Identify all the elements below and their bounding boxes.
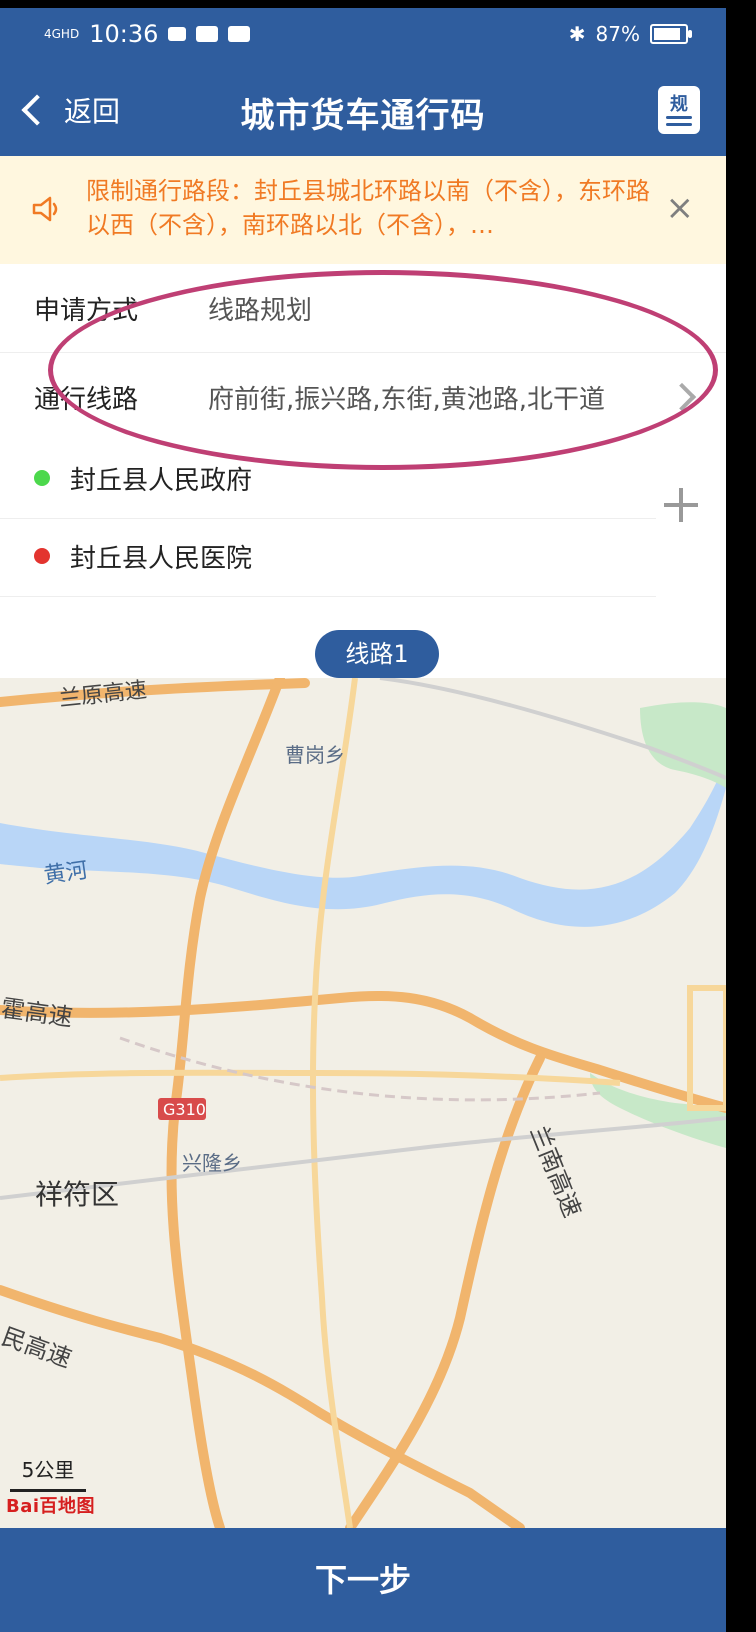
clock: 10:36 (89, 20, 159, 48)
map-view[interactable]: 兰原高速 曹岗乡 黄河 霍高速 G310 兴隆乡 祥符区 兰南高速 民高速 (0, 678, 726, 1528)
notice-text: 限制通行路段：封丘县城北环路以南（不含），东环路以西（不含），南环路以北（不含）… (86, 177, 650, 239)
route-tab-1[interactable]: 线路1 (315, 630, 439, 678)
nav-bar: 返回 城市货车通行码 规 (0, 64, 726, 156)
route-row[interactable]: 通行线路 府前街,振兴路,东街,黄池路,北干道 (0, 353, 726, 442)
apply-method-value: 线路规划 (208, 296, 313, 326)
baidu-map-logo: Bai百地图 (6, 1496, 96, 1517)
map-label-g310: G310 (163, 1100, 206, 1119)
status-left: 4GHD 10:36 (44, 20, 251, 48)
bluetooth-icon: ✱ (568, 22, 586, 46)
add-stop-icon[interactable] (664, 488, 698, 522)
page-title: 城市货车通行码 (240, 96, 486, 136)
map-scale: 5公里 (10, 1454, 86, 1492)
stop-start[interactable]: 封丘县人民政府 (0, 440, 656, 519)
chevron-right-icon (667, 382, 697, 412)
screen: 4GHD 10:36 ✱ 87% 返回 城市货车通行码 规 限制通行路段：封丘县… (0, 0, 756, 1632)
route-label: 通行线路 (34, 385, 139, 415)
apply-method-row[interactable]: 申请方式 线路规划 (0, 264, 726, 353)
map-label-xiangfu: 祥符区 (35, 1178, 119, 1211)
restriction-notice: 限制通行路段：封丘县城北环路以南（不含），东环路以西（不含），南环路以北（不含）… (0, 156, 726, 264)
black-top-edge (0, 0, 756, 8)
stop-name: 封丘县人民医院 (70, 544, 253, 574)
status-bar: 4GHD 10:36 ✱ 87% (0, 8, 726, 64)
apply-method-label: 申请方式 (34, 296, 139, 326)
map-label-xinglong: 兴隆乡 (182, 1151, 242, 1175)
route-value: 府前街,振兴路,东街,黄池路,北干道 (208, 385, 606, 415)
scale-label: 5公里 (21, 1458, 75, 1482)
rules-line (666, 116, 692, 119)
status-right: ✱ 87% (568, 22, 692, 46)
route-form: 申请方式 线路规划 通行线路 府前街,振兴路,东街,黄池路,北干道 (0, 264, 726, 442)
rules-line (666, 123, 692, 126)
black-right-edge (726, 0, 756, 1632)
start-dot-icon (34, 470, 50, 486)
speaker-icon (32, 196, 58, 222)
route-tabs: 线路1 (0, 610, 726, 680)
map-canvas: 兰原高速 曹岗乡 黄河 霍高速 G310 兴隆乡 祥符区 兰南高速 民高速 (0, 678, 726, 1528)
app-header: 4GHD 10:36 ✱ 87% 返回 城市货车通行码 规 (0, 8, 726, 156)
battery-icon (650, 24, 692, 44)
camera-icon (168, 27, 187, 41)
next-step-button[interactable]: 下一步 (0, 1528, 726, 1632)
stop-end[interactable]: 封丘县人民医院 (0, 518, 656, 597)
end-dot-icon (34, 548, 50, 564)
rules-icon-button[interactable]: 规 (658, 86, 700, 134)
stop-name: 封丘县人民政府 (70, 466, 253, 496)
stop-list: 封丘县人民政府 封丘县人民医院 (0, 440, 726, 610)
network-indicator: 4GHD (44, 27, 80, 41)
map-label-caogang: 曹岗乡 (285, 743, 345, 767)
close-icon[interactable]: × (666, 188, 695, 228)
app-icon (196, 26, 219, 42)
rules-icon-label: 规 (670, 94, 688, 115)
battery-text: 87% (595, 22, 640, 46)
play-icon (228, 26, 251, 42)
